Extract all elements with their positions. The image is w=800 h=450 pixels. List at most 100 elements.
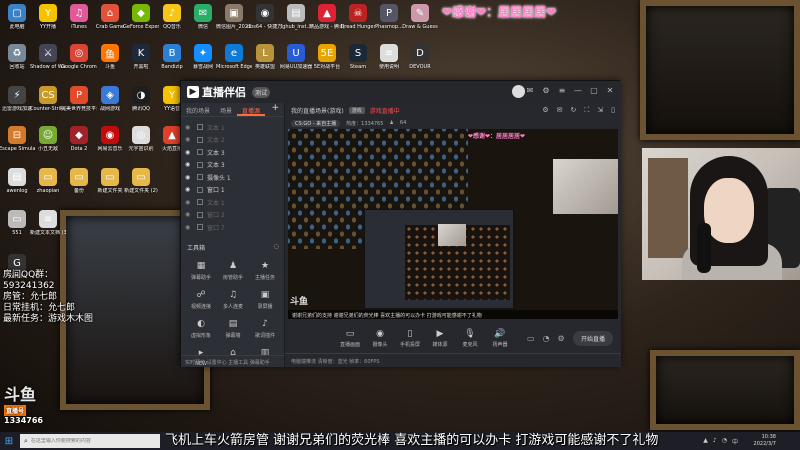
toolbox-item[interactable]: ♟ 房管助手 bbox=[217, 260, 249, 281]
toolbox-item[interactable]: ▦ 弹幕助手 bbox=[185, 260, 217, 281]
windows-start-icon[interactable]: ⊞ bbox=[0, 432, 18, 450]
visibility-eye-icon[interactable]: ◉ bbox=[185, 211, 193, 218]
close-icon[interactable]: ✕ bbox=[605, 86, 615, 96]
desktop-icon[interactable]: ☺ 小丑无敌 bbox=[31, 126, 65, 170]
tab-scenes[interactable]: 场景 bbox=[215, 103, 237, 116]
minimize-icon[interactable]: — bbox=[573, 86, 583, 96]
add-source-button[interactable]: 🔊 扬声器 bbox=[487, 329, 513, 348]
add-source-icon[interactable]: + bbox=[266, 103, 284, 116]
source-item[interactable]: ◉ 文本 1 bbox=[185, 196, 280, 209]
desktop-icon[interactable]: K 开黑啦 bbox=[124, 44, 158, 88]
preview-tool-icon[interactable]: ⛶ bbox=[584, 106, 589, 115]
source-item[interactable]: ◉ 文本 2 bbox=[185, 134, 280, 147]
visibility-eye-icon[interactable]: ◉ bbox=[185, 161, 193, 168]
toolbox-item[interactable]: ☍ 视频连接 bbox=[185, 289, 217, 310]
desktop-icon[interactable]: ◑ 腾讯QQ bbox=[124, 86, 158, 130]
desktop-icon[interactable]: ◎ Google Chrome bbox=[61, 44, 97, 88]
lock-checkbox[interactable] bbox=[197, 124, 203, 131]
desktop-icon[interactable]: P完美世界竞技平台 bbox=[61, 86, 97, 130]
desktop-icon[interactable]: ♻ 回收站 bbox=[0, 44, 34, 88]
toolbox-item[interactable]: ▣ 录屏播 bbox=[249, 289, 281, 310]
tab-sources[interactable]: 直播源 bbox=[237, 103, 266, 116]
desktop-icon[interactable]: ▢ 此电脑 bbox=[0, 4, 34, 48]
desktop-icon[interactable]: ⚔Shadow of War Soul... bbox=[30, 44, 66, 88]
desktop-icon[interactable]: ▲精品游戏 - 腾讯游戏 bbox=[309, 4, 345, 48]
extra-control-icon[interactable]: ◔ bbox=[543, 334, 550, 343]
toolbox-item[interactable]: ♫ 多人连麦 bbox=[217, 289, 249, 310]
desktop-icon[interactable]: ▭ 新建文件夹 bbox=[93, 168, 127, 212]
desktop-icon[interactable]: ✉ 微信 bbox=[186, 4, 220, 48]
taskbar-search-input[interactable] bbox=[30, 438, 151, 444]
game-pill[interactable]: CS:GO - 来自主播 bbox=[291, 119, 341, 127]
source-item[interactable]: ◉ 文本 3 bbox=[185, 146, 280, 159]
desktop-icon[interactable]: ▣微信图片_2021111... bbox=[216, 4, 252, 48]
lock-checkbox[interactable] bbox=[197, 199, 203, 206]
message-icon[interactable]: ✉ bbox=[525, 86, 535, 96]
desktop-icon[interactable]: ✎ Draw & Guess bbox=[402, 4, 438, 48]
preview-tool-icon[interactable]: ▯ bbox=[611, 106, 615, 115]
menu-icon[interactable]: ≡ bbox=[557, 86, 567, 96]
desktop-icon[interactable]: ◉ 网易云音乐 bbox=[93, 126, 127, 170]
extra-control-icon[interactable]: ▭ bbox=[527, 334, 535, 343]
preview-tool-icon[interactable]: ⚙ bbox=[542, 106, 548, 115]
toolbox-item[interactable]: ♪ 歌词插件 bbox=[249, 318, 281, 339]
visibility-eye-icon[interactable]: ◉ bbox=[185, 136, 193, 143]
taskbar-search[interactable]: ⌕ bbox=[20, 434, 160, 448]
desktop-icon[interactable]: ◈ 战网游戏 bbox=[93, 86, 127, 130]
toolbox-item[interactable]: ▤ 弹幕墙 bbox=[217, 318, 249, 339]
desktop-icon[interactable]: ▭ zhaopian bbox=[31, 168, 65, 212]
visibility-eye-icon[interactable]: ◉ bbox=[185, 199, 193, 206]
lock-checkbox[interactable] bbox=[197, 136, 203, 143]
desktop-icon[interactable]: ⚡ 迅雷游戏加速 bbox=[0, 86, 34, 130]
add-source-button[interactable]: ▯ 手机投屏 bbox=[397, 329, 423, 348]
desktop-icon[interactable]: ▤ awenlog bbox=[0, 168, 34, 212]
source-item[interactable]: ◉ 文本 1 bbox=[185, 121, 280, 134]
lock-checkbox[interactable] bbox=[197, 161, 203, 168]
desktop-icon[interactable]: ☠ Dread Hunger bbox=[340, 4, 376, 48]
desktop-icon[interactable]: ♫ iTunes bbox=[62, 4, 96, 48]
maximize-icon[interactable]: ▢ bbox=[589, 86, 599, 96]
extra-control-icon[interactable]: ⚙ bbox=[558, 334, 565, 343]
visibility-eye-icon[interactable]: ◉ bbox=[185, 186, 193, 193]
start-live-button[interactable]: 开始直播 bbox=[572, 330, 613, 346]
category-tag[interactable]: 游戏 bbox=[348, 106, 365, 114]
desktop-icon[interactable]: ▭ 备份 bbox=[62, 168, 96, 212]
user-avatar[interactable] bbox=[512, 85, 525, 98]
desktop-icon[interactable]: ◆GeForce Experience bbox=[123, 4, 159, 48]
desktop-icon[interactable]: ♪ QQ音乐 bbox=[155, 4, 189, 48]
desktop-icon[interactable]: P Phasmop... bbox=[372, 4, 406, 48]
settings-icon[interactable]: ⚙ bbox=[541, 86, 551, 96]
desktop-icon[interactable]: ◎ 元宇宙识别 bbox=[124, 126, 158, 170]
visibility-eye-icon[interactable]: ◉ bbox=[185, 149, 193, 156]
tab-my-scenes[interactable]: 我的场景 bbox=[181, 103, 215, 116]
desktop-icon[interactable]: ⌂ Crab Game bbox=[93, 4, 127, 48]
lock-checkbox[interactable] bbox=[197, 211, 203, 218]
add-source-button[interactable]: ▶ 媒体源 bbox=[427, 329, 453, 348]
stream-preview[interactable]: ❤感谢❤：居居居居❤ 斗鱼 谢谢兄弟们的支持 谢谢兄弟们的荧光棒 喜欢主播的可以… bbox=[288, 129, 618, 319]
preview-tool-icon[interactable]: ↻ bbox=[570, 106, 576, 115]
desktop-icon[interactable]: ◉obs64 - 快捷方式 bbox=[247, 4, 283, 48]
lock-checkbox[interactable] bbox=[197, 186, 203, 193]
source-item[interactable]: ◉ 窗口 2 bbox=[185, 209, 280, 222]
desktop-icon[interactable]: Y YY开播 bbox=[31, 4, 65, 48]
source-item[interactable]: ◉ 窗口 1 bbox=[185, 184, 280, 197]
add-source-button[interactable]: ◉ 摄像头 bbox=[367, 329, 393, 348]
lock-checkbox[interactable] bbox=[197, 174, 203, 181]
desktop-icon[interactable]: CSCounter-Strike Global Of... bbox=[30, 86, 66, 130]
desktop-icon[interactable]: ≡ 新建文本文档 (3) bbox=[30, 210, 66, 254]
desktop-icon[interactable]: 鱼斗鱼 bbox=[93, 44, 127, 88]
visibility-eye-icon[interactable]: ◉ bbox=[185, 174, 193, 181]
lock-checkbox[interactable] bbox=[197, 224, 203, 231]
source-item[interactable]: ◉ 摄像头 1 bbox=[185, 171, 280, 184]
source-item[interactable]: ◉ 窗口 7 bbox=[185, 221, 280, 234]
visibility-eye-icon[interactable]: ◉ bbox=[185, 224, 193, 231]
desktop-icon[interactable]: ▤ lghub_inst... bbox=[279, 4, 313, 48]
toolbox-item[interactable]: ◐ 虚拟形象 bbox=[185, 318, 217, 339]
add-source-button[interactable]: 🎙 麦克风 bbox=[457, 329, 483, 348]
desktop-icon[interactable]: ▭ 551 bbox=[0, 210, 34, 254]
toolbox-more-icon[interactable]: ◌ bbox=[274, 243, 279, 252]
desktop-icon[interactable]: ⊟Escape Simulator bbox=[0, 126, 35, 170]
lock-checkbox[interactable] bbox=[197, 149, 203, 156]
source-item[interactable]: ◉ 文本 3 bbox=[185, 159, 280, 172]
desktop-icon[interactable]: ▭ 新建文件夹 (2) bbox=[124, 168, 158, 212]
